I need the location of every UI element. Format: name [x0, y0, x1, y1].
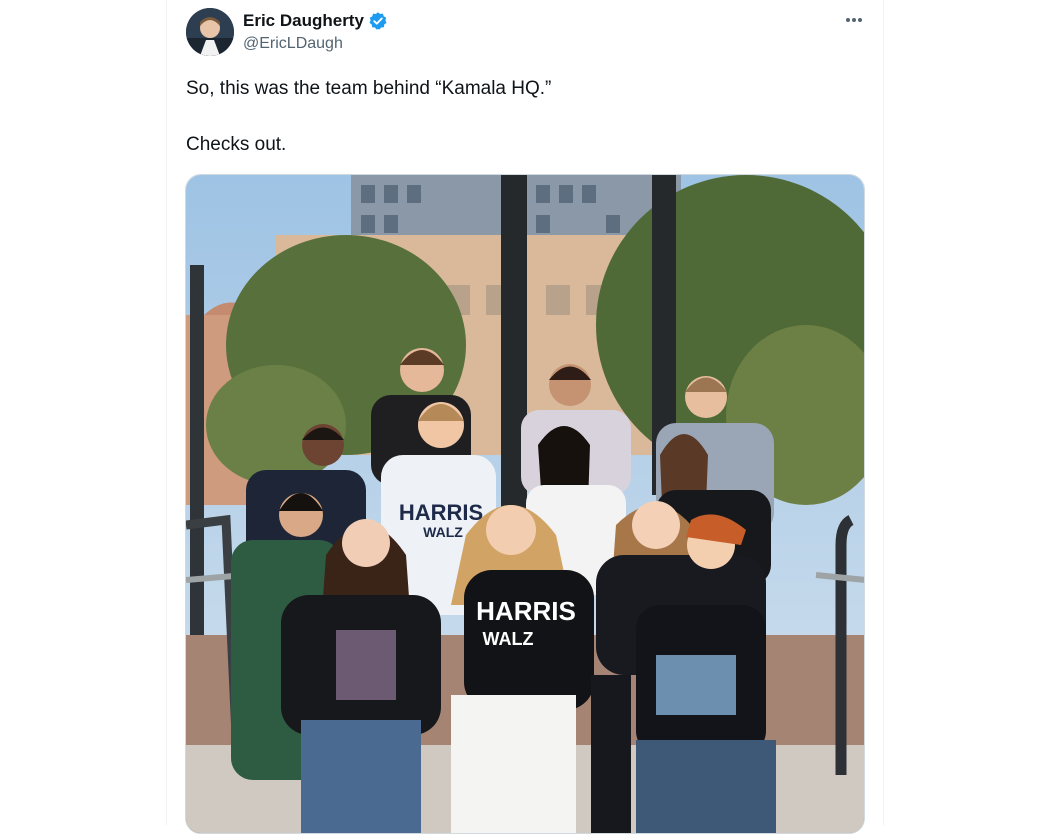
- tweet-line: Checks out.: [186, 134, 287, 155]
- author-handle[interactable]: @EricLDaugh: [243, 35, 343, 53]
- author-name-row[interactable]: Eric Daugherty: [243, 10, 388, 32]
- shirt-text: HARRIS: [476, 596, 576, 626]
- tweet-photo[interactable]: HARRIS WALZ HARRIS WALZ: [185, 174, 865, 834]
- avatar-image: [186, 8, 234, 56]
- shirt-text: WALZ: [423, 524, 463, 540]
- shirt-text: HARRIS: [399, 500, 483, 525]
- author-avatar[interactable]: [186, 8, 234, 56]
- tweet-text: So, this was the team behind “Kamala HQ.…: [186, 75, 846, 159]
- group-photo-image: HARRIS WALZ HARRIS WALZ: [186, 175, 864, 833]
- more-options-icon[interactable]: [840, 8, 868, 32]
- tweet-line: So, this was the team behind “Kamala HQ.…: [186, 78, 552, 99]
- shirt-text: WALZ: [483, 629, 534, 649]
- author-display-name[interactable]: Eric Daugherty: [243, 11, 364, 31]
- verified-badge-icon: [368, 11, 388, 31]
